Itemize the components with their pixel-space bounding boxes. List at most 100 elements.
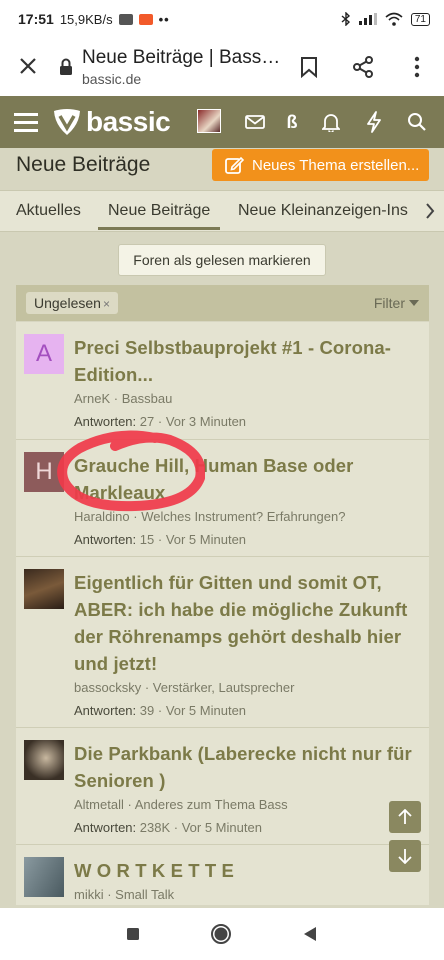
thread-list: A Preci Selbstbauprojekt #1 - Corona-Edi…	[16, 322, 429, 905]
tab-neue-kleinanzeigen[interactable]: Neue Kleinanzeigen-Ins	[238, 202, 408, 220]
replies-label: Antworten:	[74, 532, 137, 547]
close-tab-button[interactable]	[0, 52, 56, 83]
signal-icon	[358, 13, 377, 25]
logo-shield-icon	[54, 109, 80, 135]
thread-author[interactable]: ArneK	[74, 391, 110, 406]
filter-chip-unread[interactable]: Ungelesen ×	[26, 292, 118, 314]
avatar[interactable]	[24, 569, 64, 609]
more-vertical-icon	[414, 56, 420, 78]
recent-apps-icon[interactable]	[126, 927, 140, 941]
logo-text: bassic	[86, 106, 171, 137]
mark-forums-read-button[interactable]: Foren als gelesen markieren	[118, 244, 326, 276]
search-button[interactable]	[405, 110, 429, 134]
tabs-scroll-right-button[interactable]	[416, 191, 444, 231]
bookmark-icon	[301, 57, 317, 78]
arrow-down-icon	[398, 849, 412, 864]
avatar[interactable]	[24, 857, 64, 897]
bluetooth-icon	[341, 12, 350, 26]
wifi-icon	[385, 12, 403, 26]
bookmark-button[interactable]	[282, 56, 336, 78]
site-logo[interactable]: bassic	[52, 106, 171, 138]
menu-button[interactable]	[0, 112, 52, 132]
replies-label: Antworten:	[74, 703, 137, 718]
replies-count: 27	[139, 414, 155, 429]
thread-title[interactable]: Grauche Hill, Human Base oder Markleaux	[74, 452, 419, 506]
replies-label: Antworten:	[74, 414, 137, 429]
thread-forum[interactable]: Welches Instrument? Erfahrungen?	[141, 509, 345, 524]
alerts-button[interactable]	[319, 110, 343, 134]
thread-author[interactable]: Haraldino	[74, 509, 130, 524]
filter-bar: Ungelesen × Filter	[16, 285, 429, 321]
thread-item[interactable]: Eigentlich für Gitten und somit OT, ABER…	[16, 557, 429, 728]
lightning-icon	[367, 111, 381, 133]
filter-chip-label: Ungelesen	[34, 295, 101, 311]
thread-item[interactable]: W O R T K E T T E mikki · Small Talk	[16, 845, 429, 905]
share-icon	[353, 56, 373, 78]
replies-label: Antworten:	[74, 820, 137, 835]
lock-icon	[56, 58, 76, 76]
envelope-icon	[245, 115, 265, 129]
thread-title[interactable]: Die Parkbank (Laberecke nicht nur für Se…	[74, 740, 419, 794]
system-nav-bar	[0, 908, 444, 960]
edit-icon	[225, 156, 244, 174]
thread-author[interactable]: Altmetall	[74, 797, 124, 812]
new-thread-label: Neues Thema erstellen...	[252, 156, 420, 174]
new-thread-button[interactable]: Neues Thema erstellen...	[212, 149, 429, 181]
tab-aktuelles[interactable]: Aktuelles	[16, 202, 81, 220]
share-button[interactable]	[336, 56, 390, 78]
thread-title[interactable]: Preci Selbstbauprojekt #1 - Corona-Editi…	[74, 334, 419, 388]
chevron-right-icon	[426, 203, 435, 219]
more-notifications-icon: ••	[158, 11, 170, 27]
avatar[interactable]	[24, 740, 64, 780]
close-icon[interactable]: ×	[103, 297, 110, 311]
page-url: bassic.de	[82, 71, 142, 87]
status-bar: 17:51 15,9KB/s •• 71	[0, 0, 444, 38]
back-icon[interactable]	[302, 926, 318, 942]
page-title: Neue Beiträge	[16, 153, 151, 176]
home-icon[interactable]	[210, 923, 232, 945]
browser-toolbar: Neue Beiträge | Bassic... bassic.de	[0, 38, 444, 96]
replies-count: 39	[139, 703, 155, 718]
thread-author[interactable]: mikki	[74, 887, 104, 902]
avatar[interactable]: A	[24, 334, 64, 374]
thread-item[interactable]: H Grauche Hill, Human Base oder Markleau…	[16, 440, 429, 557]
thread-item[interactable]: Die Parkbank (Laberecke nicht nur für Se…	[16, 728, 429, 845]
inbox-button[interactable]	[243, 110, 267, 134]
status-time: 17:51	[18, 11, 54, 27]
thread-forum[interactable]: Verstärker, Lautsprecher	[153, 680, 295, 695]
last-post-time[interactable]: Vor 5 Minuten	[166, 532, 246, 547]
user-avatar[interactable]	[197, 109, 221, 133]
thread-title[interactable]: Eigentlich für Gitten und somit OT, ABER…	[74, 569, 419, 677]
tab-bar: Aktuelles Neue Beiträge Neue Kleinanzeig…	[0, 190, 444, 232]
replies-count: 15	[139, 532, 155, 547]
whats-new-button[interactable]	[362, 110, 386, 134]
bassic-button[interactable]: ß	[280, 110, 304, 134]
app-notification-icon	[138, 13, 153, 25]
caret-down-icon	[409, 300, 419, 306]
filter-button[interactable]: Filter	[374, 295, 419, 311]
last-post-time[interactable]: Vor 5 Minuten	[166, 703, 246, 718]
replies-count: 238K	[139, 820, 171, 835]
bell-icon	[322, 114, 340, 132]
thread-forum[interactable]: Small Talk	[115, 887, 174, 902]
site-header: bassic ß	[0, 96, 444, 148]
search-icon	[408, 113, 426, 131]
arrow-up-icon	[398, 809, 412, 824]
browser-menu-button[interactable]	[390, 56, 444, 78]
thread-item[interactable]: A Preci Selbstbauprojekt #1 - Corona-Edi…	[16, 322, 429, 440]
network-speed: 15,9KB/s	[59, 11, 113, 27]
tab-neue-beitraege[interactable]: Neue Beiträge	[98, 202, 221, 230]
battery-icon: 71	[410, 12, 430, 26]
thread-forum[interactable]: Anderes zum Thema Bass	[135, 797, 288, 812]
scroll-bottom-button[interactable]	[389, 840, 421, 872]
filter-label: Filter	[373, 295, 405, 311]
address-bar[interactable]: Neue Beiträge | Bassic... bassic.de	[76, 47, 282, 87]
last-post-time[interactable]: Vor 5 Minuten	[182, 820, 262, 835]
avatar[interactable]: H	[24, 452, 64, 492]
thread-author[interactable]: bassocksky	[74, 680, 141, 695]
thread-title[interactable]: W O R T K E T T E	[74, 857, 419, 884]
last-post-time[interactable]: Vor 3 Minuten	[166, 414, 246, 429]
hamburger-icon	[14, 113, 38, 132]
thread-forum[interactable]: Bassbau	[122, 391, 173, 406]
scroll-top-button[interactable]	[389, 801, 421, 833]
